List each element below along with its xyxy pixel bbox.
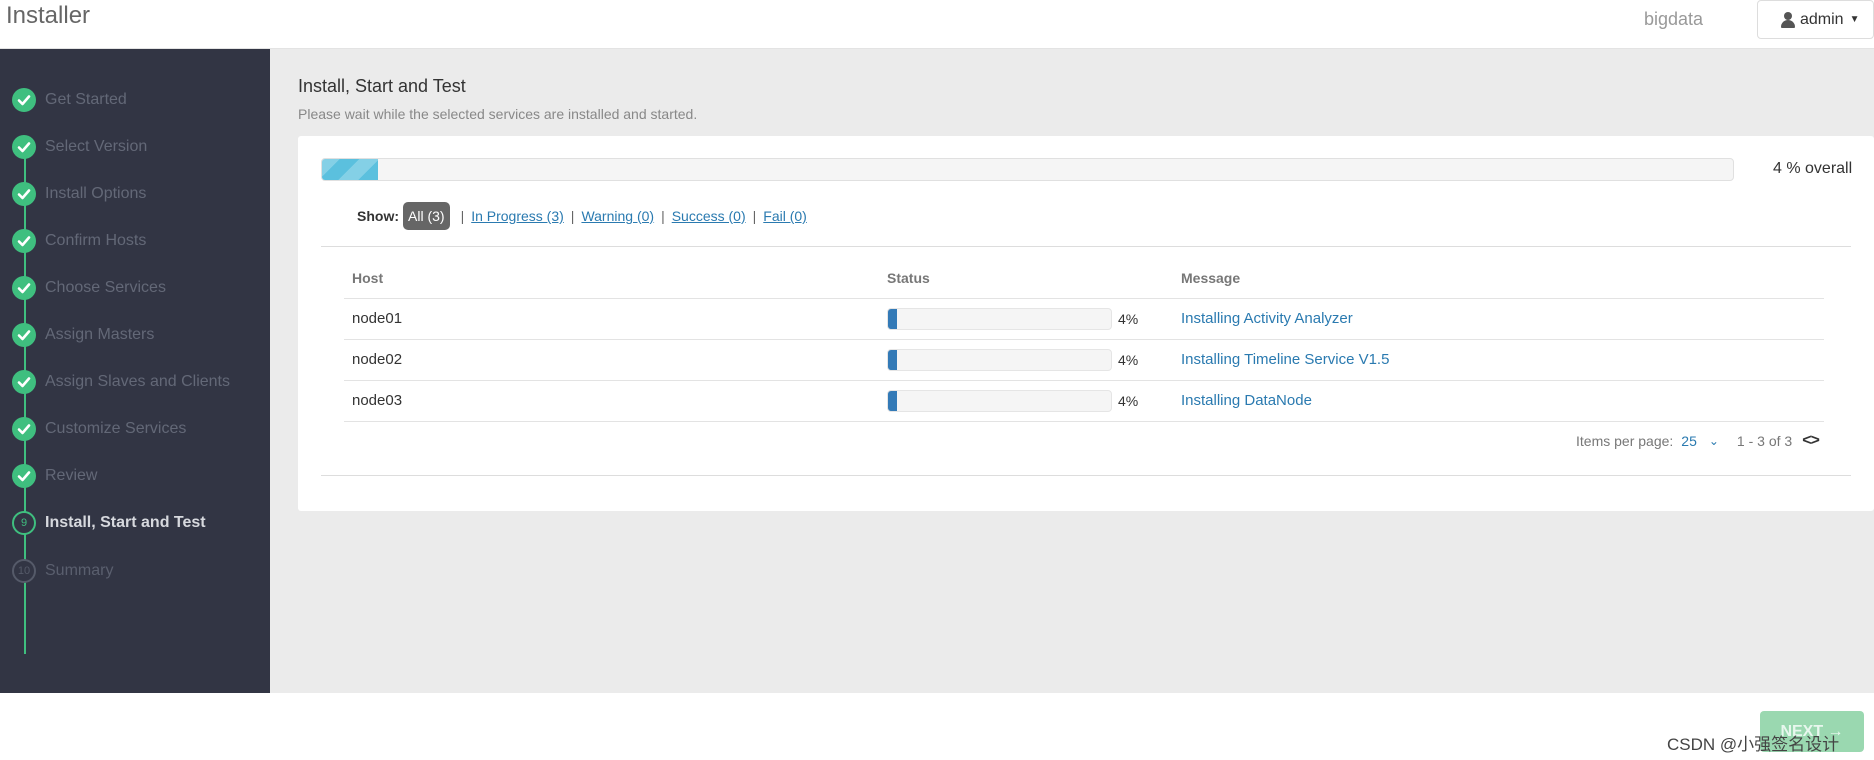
table-row: node02 4% Installing Timeline Service V1.5 <box>344 339 1824 381</box>
user-name: admin <box>1800 10 1844 28</box>
host-name: node03 <box>344 380 879 422</box>
sidebar-step-label: Assign Masters <box>45 326 155 343</box>
step-number: 9 <box>12 511 36 535</box>
page-title: Install, Start and Test <box>298 76 466 96</box>
check-icon <box>12 276 36 300</box>
filter-fail[interactable]: Fail (0) <box>763 208 807 224</box>
host-progress-percent: 4% <box>1118 351 1139 368</box>
host-progress-bar[interactable] <box>887 389 1112 412</box>
items-per-page-select[interactable]: 25 <box>1681 433 1697 449</box>
host-progress-bar[interactable] <box>887 307 1112 330</box>
divider <box>321 475 1851 476</box>
sidebar-step[interactable]: Get Started <box>12 86 270 114</box>
host-name: node02 <box>344 339 879 381</box>
check-icon <box>12 417 36 441</box>
divider <box>321 246 1851 247</box>
filter-warning[interactable]: Warning (0) <box>581 208 654 224</box>
sidebar-step[interactable]: Customize Services <box>12 415 270 443</box>
check-icon <box>12 135 36 159</box>
filter-separator: | <box>661 208 665 224</box>
sidebar-step[interactable]: Install Options <box>12 180 270 208</box>
main-content: Install, Start and Test Please wait whil… <box>270 49 1874 693</box>
overall-progress-fill <box>322 159 379 180</box>
host-status-message[interactable]: Installing Activity Analyzer <box>1181 310 1353 327</box>
column-header-host[interactable]: Host <box>344 259 879 299</box>
check-icon <box>12 229 36 253</box>
sidebar-step[interactable]: Assign Slaves and Clients <box>12 368 270 396</box>
pagination: Items per page: 25 ⌄ 1 - 3 of 3 < > <box>1576 430 1820 452</box>
sidebar-step-label: Review <box>45 467 98 484</box>
sidebar-step[interactable]: 9 Install, Start and Test <box>12 509 270 537</box>
overall-progress-bar <box>321 158 1734 181</box>
install-panel: 4 % overall Show: All (3) | In Progress … <box>298 136 1874 511</box>
check-icon <box>12 464 36 488</box>
chevron-down-icon[interactable]: ⌄ <box>1709 434 1719 448</box>
sidebar-step-label: Install, Start and Test <box>45 514 206 531</box>
host-progress-fill <box>888 390 897 411</box>
filter-separator: | <box>752 208 757 224</box>
sidebar-step[interactable]: 10 Summary <box>12 557 270 585</box>
caret-down-icon: ▼ <box>1849 14 1860 25</box>
check-icon <box>12 323 36 347</box>
filter-separator: | <box>570 208 575 224</box>
sidebar-step-label: Summary <box>45 562 114 579</box>
watermark-text: CSDN @小强签名设计 <box>1667 735 1840 754</box>
sidebar-step[interactable]: Assign Masters <box>12 321 270 349</box>
check-icon <box>12 370 36 394</box>
page-range: 1 - 3 of 3 <box>1736 433 1793 449</box>
host-progress-fill <box>888 349 897 370</box>
table-row: node01 4% Installing Activity Analyzer <box>344 298 1824 340</box>
items-per-page-label: Items per page: <box>1576 433 1674 449</box>
host-name: node01 <box>344 298 879 340</box>
step-number: 10 <box>12 559 36 583</box>
sidebar-step-label: Confirm Hosts <box>45 232 147 249</box>
sidebar-step[interactable]: Confirm Hosts <box>12 227 270 255</box>
filter-all[interactable]: All (3) <box>403 202 450 230</box>
sidebar-step[interactable]: Select Version <box>12 133 270 161</box>
sidebar-step-label: Assign Slaves and Clients <box>45 373 230 390</box>
sidebar-step-label: Install Options <box>45 185 147 202</box>
overall-progress-label: 4 % overall <box>1773 160 1853 177</box>
hosts-table: Host Status Message node01 4% Installing A… <box>344 259 1824 422</box>
wizard-sidebar: Get Started Select Version Install Options… <box>0 49 270 693</box>
table-row: node03 4% Installing DataNode <box>344 380 1824 422</box>
check-icon <box>12 182 36 206</box>
column-header-message[interactable]: Message <box>1173 259 1824 299</box>
host-progress-fill <box>888 308 897 329</box>
check-icon <box>12 88 36 112</box>
filter-show-label: Show: <box>357 208 399 224</box>
top-navbar: Installer bigdata admin ▼ <box>0 0 1874 49</box>
page-subtitle: Please wait while the selected services … <box>298 106 698 122</box>
filter-success[interactable]: Success (0) <box>672 208 746 224</box>
column-header-status[interactable]: Status <box>879 259 1173 299</box>
user-icon <box>1780 11 1796 29</box>
host-progress-percent: 4% <box>1118 392 1139 409</box>
sidebar-step-label: Customize Services <box>45 420 187 437</box>
filter-in-progress[interactable]: In Progress (3) <box>471 208 564 224</box>
host-progress-percent: 4% <box>1118 310 1139 327</box>
sidebar-step[interactable]: Review <box>12 462 270 490</box>
user-menu-button[interactable]: admin ▼ <box>1757 0 1874 39</box>
status-filter-bar: Show: All (3) | In Progress (3) | Warnin… <box>357 201 807 231</box>
sidebar-step-label: Get Started <box>45 91 127 108</box>
cluster-name: bigdata <box>1644 9 1704 29</box>
sidebar-step-label: Choose Services <box>45 279 166 296</box>
filter-separator: | <box>460 208 465 224</box>
sidebar-step[interactable]: Choose Services <box>12 274 270 302</box>
host-status-message[interactable]: Installing DataNode <box>1181 392 1312 409</box>
brand-title: Installer <box>6 2 91 29</box>
host-progress-bar[interactable] <box>887 348 1112 371</box>
sidebar-step-label: Select Version <box>45 138 148 155</box>
host-status-message[interactable]: Installing Timeline Service V1.5 <box>1181 351 1389 368</box>
next-page-icon[interactable]: > <box>1811 432 1820 450</box>
previous-page-icon[interactable]: < <box>1802 432 1811 450</box>
